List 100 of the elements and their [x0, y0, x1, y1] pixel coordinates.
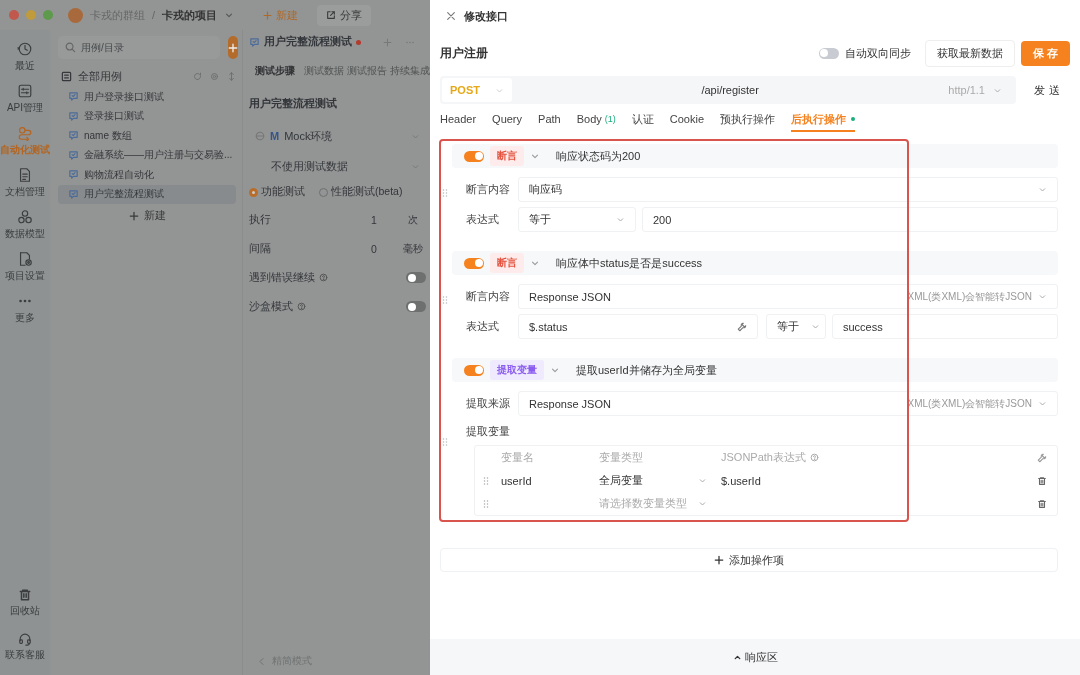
source-select[interactable]: Response JSON XML(类XML)会智能转JSON [518, 284, 1058, 309]
plus-icon [128, 210, 139, 221]
case-item[interactable]: 登录接口测试 [58, 106, 236, 126]
drag-handle-icon[interactable] [442, 294, 448, 305]
protocol-select[interactable]: http/1.1 [948, 84, 1014, 96]
value-field[interactable]: success [832, 314, 1058, 339]
wrench-icon[interactable] [1037, 452, 1047, 463]
help-icon [319, 273, 328, 282]
environment-select[interactable]: M Mock环境 [249, 125, 426, 147]
tab[interactable]: 预执行操作 [720, 108, 775, 132]
tab[interactable]: Path [538, 108, 561, 132]
nav-item[interactable]: 数据模型 [0, 204, 50, 246]
save-button[interactable]: 保 存 [1020, 40, 1070, 66]
jsonpath-field[interactable]: $.userId [721, 474, 761, 487]
nav-item[interactable]: 最近 [0, 36, 50, 78]
chevron-icon[interactable] [550, 365, 560, 375]
zoom-button[interactable] [43, 10, 53, 20]
close-icon[interactable] [446, 11, 456, 21]
drag-handle-icon[interactable] [483, 498, 489, 509]
drag-handle-icon[interactable] [483, 475, 489, 486]
api-icon [17, 83, 33, 99]
response-panel-toggle[interactable]: 响应区 [430, 639, 1080, 675]
nav-item[interactable]: 文档管理 [0, 162, 50, 204]
tab[interactable]: 认证 [631, 108, 654, 132]
panel-title: 用户完整流程测试 [249, 96, 338, 111]
field-label: 表达式 [466, 319, 500, 334]
variable-name[interactable]: userId [501, 474, 532, 487]
plus-icon[interactable] [383, 37, 392, 47]
source-select[interactable]: 响应码 [518, 177, 1058, 202]
path-field[interactable]: $.status [518, 314, 758, 339]
tab[interactable]: Body (1) [576, 108, 616, 132]
tab-title[interactable]: 用户完整流程测试 [264, 35, 352, 49]
setting-label: 遇到错误继续 [249, 270, 315, 285]
value-field[interactable]: 200 [642, 207, 1058, 232]
toggle-switch[interactable] [464, 364, 484, 376]
operation-name: 响应状态码为200 [556, 148, 641, 164]
nav-item[interactable]: API管理 [0, 78, 50, 120]
case-item[interactable]: 金融系统——用户注册与交易验... [58, 145, 236, 165]
close-button[interactable] [9, 10, 19, 20]
tree-root[interactable]: 全部用例 [78, 68, 122, 84]
column-header: JSONPath表达式 [721, 450, 806, 465]
document-icon [17, 167, 33, 183]
tab[interactable]: Header [440, 108, 477, 132]
sync-toggle[interactable] [818, 47, 839, 59]
folder-icon [61, 70, 72, 82]
share-button[interactable]: 分享 [317, 4, 372, 26]
operator-select[interactable]: 等于 [518, 207, 636, 232]
trash-icon[interactable] [1037, 475, 1047, 486]
chevron-icon[interactable] [530, 258, 540, 268]
nav-item[interactable]: 项目设置 [0, 246, 50, 288]
new-case-button[interactable]: 新建 [128, 208, 166, 223]
operation-name: 响应体中status是否是success [556, 255, 703, 271]
target-icon[interactable] [210, 71, 219, 81]
case-item[interactable]: 用户登录接口测试 [58, 87, 236, 107]
add-button[interactable] [228, 36, 238, 59]
case-item[interactable]: 用户完整流程测试 [58, 184, 236, 204]
send-button[interactable]: 发 送 [1024, 82, 1070, 98]
toggle-switch[interactable] [406, 301, 426, 312]
case-item[interactable]: name 数组 [58, 126, 236, 146]
refresh-icon[interactable] [193, 71, 202, 81]
nav-item[interactable]: 更多 [0, 288, 50, 330]
variable-type-select[interactable]: 请选择数变量类型 [599, 496, 721, 511]
operation-name: 提取userId并储存为全局变量 [576, 362, 717, 378]
api-name: 用户注册 [440, 44, 488, 62]
operation-tag: 提取变量 [490, 360, 544, 380]
clock-icon [17, 41, 33, 57]
url-field[interactable]: /api/register [520, 84, 941, 96]
case-item[interactable]: 购物流程自动化 [58, 165, 236, 185]
tab[interactable]: 测试步骤 [249, 60, 301, 82]
field-label: 断言内容 [466, 182, 511, 197]
column-header: 变量类型 [599, 450, 643, 465]
search-input[interactable]: 用例/目录 [81, 42, 213, 53]
operator-select[interactable]: 等于 [766, 314, 826, 339]
drag-handle-icon[interactable] [442, 187, 448, 198]
tab[interactable]: Cookie [669, 108, 704, 132]
test-data-select[interactable]: 不使用测试数据 [249, 155, 426, 177]
tab[interactable]: Query [492, 108, 523, 132]
minimize-button[interactable] [26, 10, 36, 20]
method-select[interactable]: POST [442, 78, 512, 102]
chevron-icon[interactable] [530, 151, 540, 161]
toggle-switch[interactable] [406, 272, 426, 283]
sort-icon[interactable] [227, 71, 236, 81]
nav-item[interactable]: 联系客服 [0, 625, 50, 669]
variable-type-select[interactable]: 全局变量 [599, 473, 721, 488]
plus-icon [228, 42, 238, 53]
search-field[interactable]: 用例/目录 [58, 36, 220, 59]
nav-item[interactable]: 回收站 [0, 581, 50, 625]
source-select[interactable]: Response JSON XML(类XML)会智能转JSON [518, 391, 1058, 416]
tab[interactable]: 后执行操作 [791, 108, 855, 132]
case-icon [68, 149, 79, 161]
drag-handle-icon[interactable] [442, 436, 448, 447]
fetch-latest-button[interactable]: 获取最新数据 [924, 39, 1015, 67]
radio-button[interactable] [249, 187, 258, 197]
toggle-switch[interactable] [464, 257, 484, 269]
trash-icon[interactable] [1037, 498, 1047, 509]
case-icon [68, 169, 79, 181]
number-field[interactable]: 1 [352, 213, 396, 226]
number-field[interactable]: 0 [352, 242, 396, 255]
add-operation-button[interactable]: 添加操作项 [440, 548, 1058, 572]
toggle-switch[interactable] [464, 150, 484, 162]
